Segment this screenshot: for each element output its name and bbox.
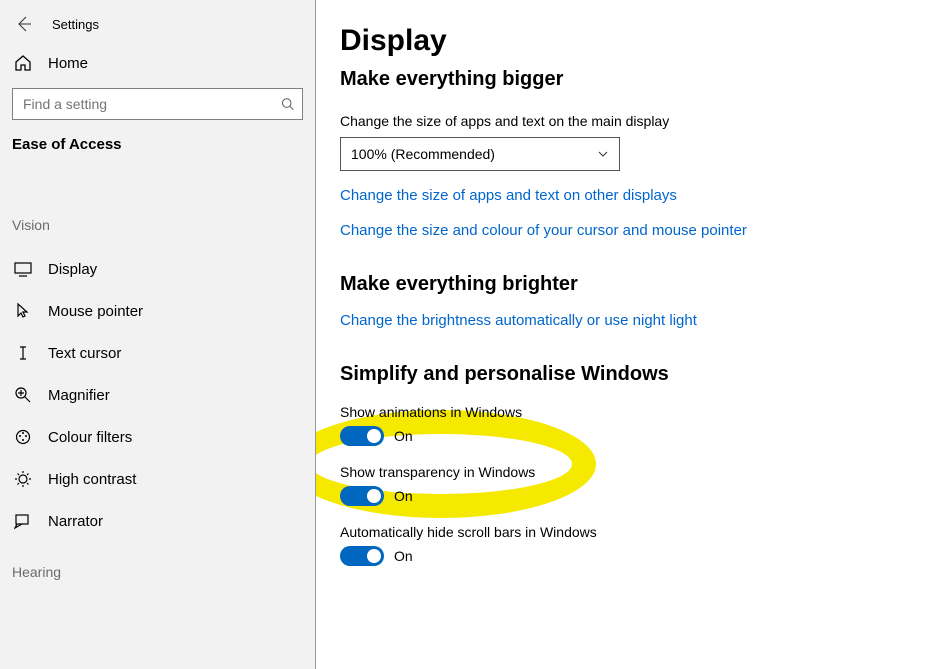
sidebar-item-high-contrast[interactable]: High contrast <box>0 458 315 500</box>
sidebar-item-display[interactable]: Display <box>0 249 315 290</box>
subheading-bigger: Make everything bigger <box>340 68 930 91</box>
high-contrast-icon <box>12 470 34 488</box>
group-label-vision: Vision <box>0 217 315 249</box>
link-change-cursor-colour[interactable]: Change the size and colour of your curso… <box>340 222 930 239</box>
link-change-size-other-displays[interactable]: Change the size of apps and text on othe… <box>340 187 930 204</box>
sidebar-item-label: Mouse pointer <box>48 303 143 320</box>
subheading-brighter: Make everything brighter <box>340 273 930 296</box>
sidebar-item-label: Narrator <box>48 513 103 530</box>
back-arrow-icon <box>16 16 32 32</box>
sidebar-item-colour-filters[interactable]: Colour filters <box>0 416 315 458</box>
dropdown-value: 100% (Recommended) <box>351 146 495 162</box>
display-icon <box>12 262 34 278</box>
subheading-simplify: Simplify and personalise Windows <box>340 363 930 386</box>
colour-filters-icon <box>12 428 34 446</box>
search-box[interactable] <box>12 88 303 120</box>
search-icon <box>281 97 294 111</box>
link-block-2: Change the brightness automatically or u… <box>340 312 930 329</box>
sidebar-item-label: High contrast <box>48 471 136 488</box>
sidebar-item-label: Colour filters <box>48 429 132 446</box>
sidebar-item-label: Text cursor <box>48 345 121 362</box>
sidebar-item-magnifier[interactable]: Magnifier <box>0 374 315 416</box>
main-panel: Display Make everything bigger Change th… <box>316 0 930 669</box>
sidebar-item-label: Magnifier <box>48 387 110 404</box>
home-label: Home <box>48 55 88 72</box>
display-scale-dropdown[interactable]: 100% (Recommended) <box>340 137 620 171</box>
size-description: Change the size of apps and text on the … <box>340 113 930 129</box>
mouse-pointer-icon <box>12 302 34 320</box>
toggle-state: On <box>394 488 413 504</box>
sidebar-header: Settings <box>0 6 315 46</box>
magnifier-icon <box>12 386 34 404</box>
toggle-switch[interactable] <box>340 546 384 566</box>
sidebar-item-home[interactable]: Home <box>0 46 315 88</box>
section-title: Ease of Access <box>0 136 315 175</box>
settings-window: Settings Home Ease of Access Vision Disp… <box>0 0 930 669</box>
toggle-scrollbars: Automatically hide scroll bars in Window… <box>340 524 930 566</box>
toggle-animations: Show animations in Windows On <box>340 404 930 446</box>
toggle-state: On <box>394 428 413 444</box>
search-wrap <box>0 88 315 136</box>
setting-label: Automatically hide scroll bars in Window… <box>340 524 930 540</box>
narrator-icon <box>12 512 34 530</box>
group-label-hearing: Hearing <box>0 542 315 580</box>
setting-label: Show transparency in Windows <box>340 464 930 480</box>
chevron-down-icon <box>597 148 609 160</box>
sidebar-item-text-cursor[interactable]: Text cursor <box>0 332 315 374</box>
toggle-switch[interactable] <box>340 486 384 506</box>
page-title: Display <box>340 24 930 58</box>
link-brightness-night-light[interactable]: Change the brightness automatically or u… <box>340 312 930 329</box>
toggle-switch[interactable] <box>340 426 384 446</box>
toggle-state: On <box>394 548 413 564</box>
back-button[interactable] <box>12 12 36 36</box>
window-title: Settings <box>52 17 99 32</box>
sidebar-item-label: Display <box>48 261 97 278</box>
home-icon <box>12 54 34 72</box>
link-block: Change the size of apps and text on othe… <box>340 187 930 239</box>
search-input[interactable] <box>21 95 281 113</box>
sidebar: Settings Home Ease of Access Vision Disp… <box>0 0 316 669</box>
sidebar-item-mouse-pointer[interactable]: Mouse pointer <box>0 290 315 332</box>
sidebar-item-narrator[interactable]: Narrator <box>0 500 315 542</box>
toggle-transparency: Show transparency in Windows On <box>340 464 930 506</box>
text-cursor-icon <box>12 344 34 362</box>
sidebar-spacer <box>0 175 315 217</box>
setting-label: Show animations in Windows <box>340 404 930 420</box>
